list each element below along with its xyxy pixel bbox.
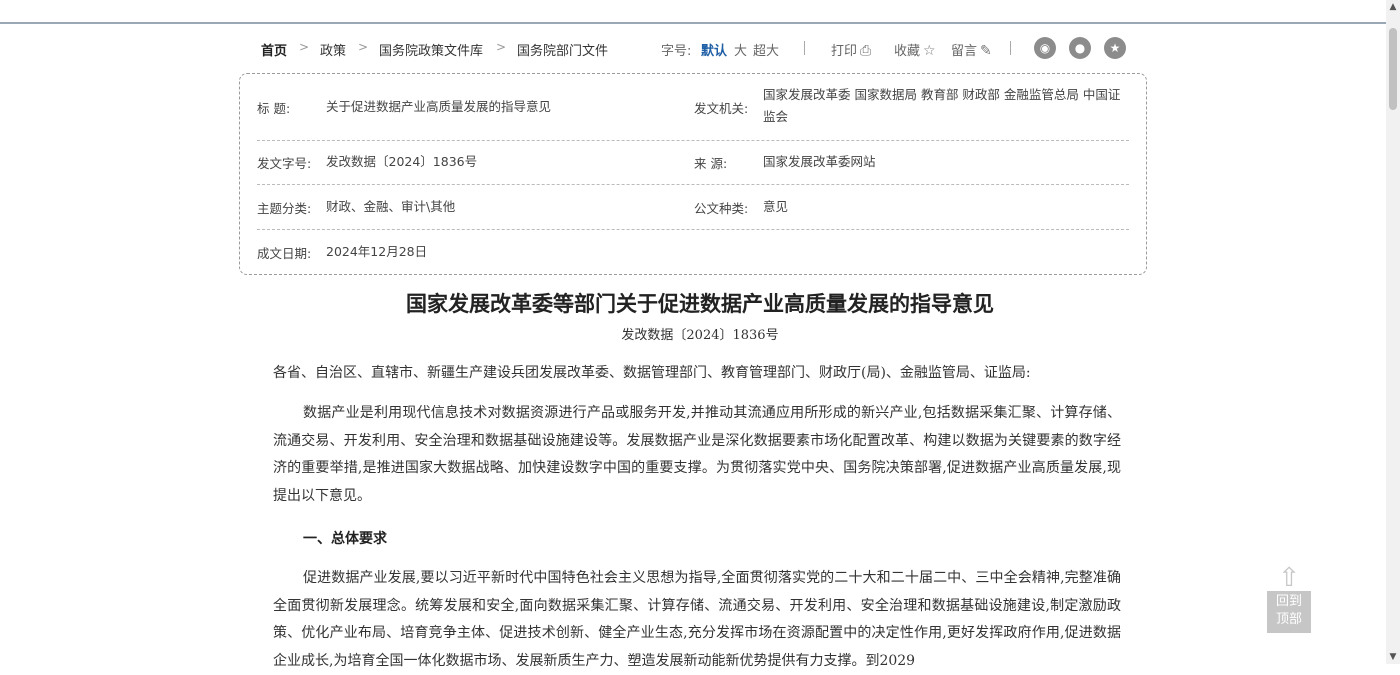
font-size-large[interactable]: 大 (734, 40, 747, 59)
font-size-label: 字号: (661, 44, 692, 59)
document-addressee: 各省、自治区、直辖市、新疆生产建设兵团发展改革委、数据管理部门、教育管理部门、财… (273, 365, 1031, 381)
document-paragraph: 促进数据产业发展,要以习近平新时代中国特色社会主义思想为指导,全面贯彻落实党的二… (273, 570, 1121, 669)
page-top-border (0, 0, 1386, 24)
meta-type-value: 意见 (763, 199, 789, 214)
arrow-up-icon: ⇧ (1278, 563, 1300, 593)
font-size-xlarge[interactable]: 超大 (753, 40, 779, 59)
meta-type-label: 公文种类: (694, 201, 749, 216)
document-meta-box: 标 题: 关于促进数据产业高质量发展的指导意见 发文机关: 国家发展改革委 国家… (239, 73, 1147, 275)
divider (1010, 41, 1011, 55)
meta-row-docno: 发文字号: 发改数据〔2024〕1836号 来 源: 国家发展改革委网站 (257, 140, 1129, 185)
meta-topic-value: 财政、金融、审计\其他 (326, 199, 456, 214)
top-toolbar: 首页 > 政策 > 国务院政策文件库 > 国务院部门文件 字号: 默认 大 超大… (261, 37, 1141, 59)
document-number: 发改数据〔2024〕1836号 (621, 328, 779, 343)
document-title: 国家发展改革委等部门关于促进数据产业高质量发展的指导意见 (406, 291, 994, 316)
star-outline-icon: ☆ (923, 43, 936, 59)
meta-title-value: 关于促进数据产业高质量发展的指导意见 (326, 99, 552, 114)
pencil-icon: ✎ (980, 43, 992, 59)
breadcrumb-policy[interactable]: 政策 (320, 40, 346, 59)
favorite-button[interactable]: 收藏 ☆ (894, 40, 936, 59)
breadcrumb-home[interactable]: 首页 (261, 40, 287, 59)
comment-button[interactable]: 留言 ✎ (951, 40, 992, 59)
breadcrumb-separator: > (299, 40, 310, 54)
comment-label: 留言 (951, 44, 978, 59)
scroll-down-arrow-icon[interactable]: ▼ (1386, 650, 1400, 664)
breadcrumb-separator: > (496, 40, 507, 54)
breadcrumb-separator: > (358, 40, 369, 54)
meta-source-label: 来 源: (694, 156, 728, 171)
scroll-up-arrow-icon[interactable]: ▲ (1386, 0, 1400, 14)
star-icon[interactable]: ★ (1104, 37, 1126, 59)
favorite-label: 收藏 (894, 44, 921, 59)
back-to-top-label: 回到 顶部 (1267, 591, 1311, 633)
meta-date-label: 成文日期: (257, 246, 312, 261)
meta-issuer-label: 发文机关: (694, 101, 749, 116)
meta-source-value: 国家发展改革委网站 (763, 154, 876, 169)
meta-row-title: 标 题: 关于促进数据产业高质量发展的指导意见 发文机关: 国家发展改革委 国家… (257, 74, 1129, 141)
meta-row-date: 成文日期: 2024年12月28日 (257, 230, 1129, 274)
back-to-top-button[interactable]: ⇧ 回到 顶部 (1267, 565, 1311, 633)
font-size-default[interactable]: 默认 (701, 40, 727, 59)
printer-icon: ⎙ (860, 43, 872, 59)
scrollbar[interactable]: ▲ ▼ (1386, 0, 1400, 664)
print-label: 打印 (831, 44, 858, 59)
breadcrumb-policy-library[interactable]: 国务院政策文件库 (379, 40, 483, 59)
breadcrumb-department-docs[interactable]: 国务院部门文件 (517, 40, 608, 59)
wechat-icon[interactable]: ● (1069, 37, 1091, 59)
meta-date-value: 2024年12月28日 (326, 244, 428, 259)
meta-issuer-value: 国家发展改革委 国家数据局 教育部 财政部 金融监管总局 中国证监会 (763, 87, 1121, 124)
meta-topic-label: 主题分类: (257, 201, 312, 216)
divider (804, 41, 805, 55)
print-button[interactable]: 打印 ⎙ (831, 40, 871, 59)
section-heading: 一、总体要求 (303, 531, 387, 547)
document-paragraph: 数据产业是利用现代信息技术对数据资源进行产品或服务开发,并推动其流通应用所形成的… (273, 405, 1121, 504)
weibo-icon[interactable]: ◉ (1034, 37, 1056, 59)
meta-docno-label: 发文字号: (257, 156, 312, 171)
meta-title-label: 标 题: (257, 101, 291, 116)
scroll-thumb[interactable] (1389, 28, 1397, 110)
meta-row-topic: 主题分类: 财政、金融、审计\其他 公文种类: 意见 (257, 185, 1129, 230)
meta-docno-value: 发改数据〔2024〕1836号 (326, 154, 478, 169)
